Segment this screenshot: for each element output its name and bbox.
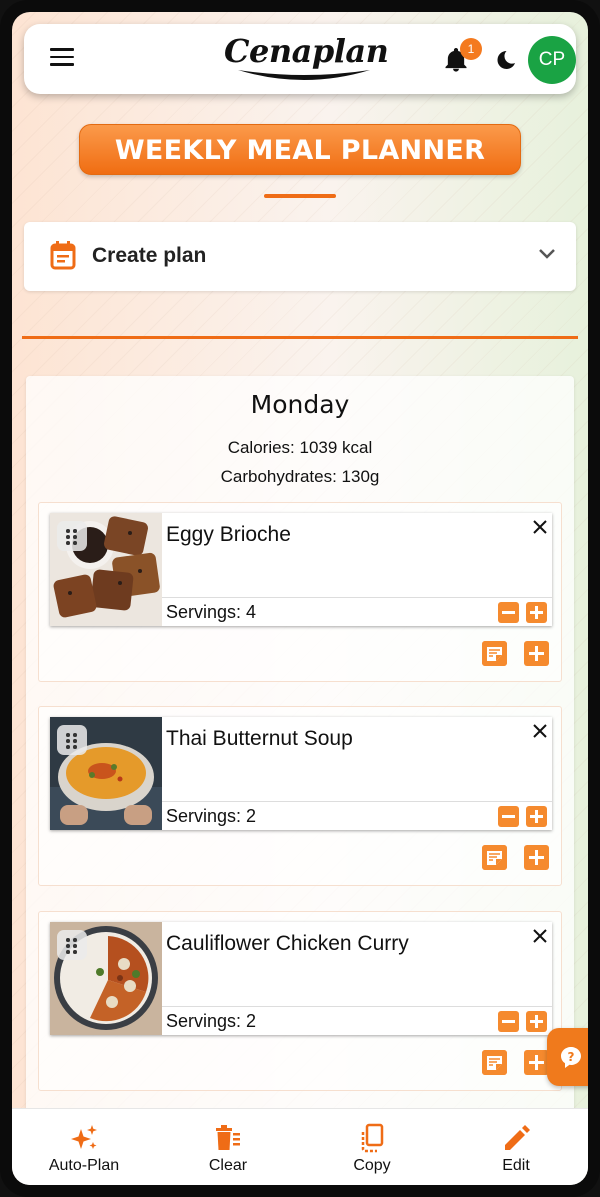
nav-auto-plan-label: Auto-Plan <box>48 1157 120 1174</box>
add-meal-button[interactable] <box>524 1050 549 1075</box>
nav-clear-label: Clear <box>208 1157 248 1174</box>
drag-handle-icon[interactable] <box>57 521 87 551</box>
nav-auto-plan[interactable]: Auto-Plan <box>12 1109 156 1185</box>
nav-copy[interactable]: Copy <box>300 1109 444 1185</box>
thai-butternut-soup-photo <box>50 717 162 830</box>
logo-swoosh <box>238 70 370 80</box>
nav-edit-label: Edit <box>502 1157 530 1174</box>
meal-title[interactable]: Thai Butternut Soup <box>166 727 353 751</box>
meal-card[interactable]: Thai Butternut Soup Servings: 2 <box>50 717 552 830</box>
create-plan-accordion[interactable]: Create plan <box>24 222 576 291</box>
create-plan-label: Create plan <box>92 244 207 267</box>
bottom-navigation: Auto-Plan Clear Copy Edit <box>12 1108 588 1185</box>
pencil-icon <box>505 1125 530 1150</box>
chevron-down-icon <box>539 249 555 259</box>
close-icon[interactable] <box>530 517 550 537</box>
calendar-icon <box>50 241 76 270</box>
app-screen: Cenaplan 1 CP WEEKLY MEAL PLANNER Create… <box>12 12 588 1185</box>
meal-card[interactable]: Cauliflower Chicken Curry Servings: 2 <box>50 922 552 1035</box>
increase-servings-button[interactable] <box>526 806 547 827</box>
drag-handle-icon[interactable] <box>57 725 87 755</box>
device-frame: Cenaplan 1 CP WEEKLY MEAL PLANNER Create… <box>0 0 600 1197</box>
sparkles-icon <box>71 1125 97 1149</box>
servings-label: Servings: 2 <box>166 1011 257 1031</box>
day-name: Monday <box>250 390 350 419</box>
copy-icon <box>361 1123 384 1153</box>
decrease-servings-button[interactable] <box>498 602 519 623</box>
day-card-monday: Monday Calories: 1039 kcal Carbohydrates… <box>26 376 574 1116</box>
help-button[interactable]: ? <box>547 1028 588 1086</box>
nav-copy-label: Copy <box>353 1157 391 1174</box>
eggy-brioche-photo <box>50 513 162 626</box>
meal-slot: Thai Butternut Soup Servings: 2 <box>38 706 562 886</box>
section-divider <box>22 336 578 339</box>
moon-icon[interactable] <box>494 48 518 72</box>
meal-slot: Cauliflower Chicken Curry Servings: 2 <box>38 911 562 1091</box>
day-carbohydrates: Carbohydrates: 130g <box>220 467 380 486</box>
top-app-bar: Cenaplan 1 CP <box>24 24 576 94</box>
meal-title[interactable]: Cauliflower Chicken Curry <box>166 932 409 956</box>
add-meal-button[interactable] <box>524 845 549 870</box>
svg-text:?: ? <box>568 1050 575 1064</box>
note-icon[interactable] <box>482 845 507 870</box>
logo-text: Cenaplan <box>224 32 389 70</box>
meal-slot: Eggy Brioche Servings: 4 <box>38 502 562 682</box>
nav-edit[interactable]: Edit <box>444 1109 588 1185</box>
nav-clear[interactable]: Clear <box>156 1109 300 1185</box>
drag-handle-icon[interactable] <box>57 930 87 960</box>
decrease-servings-button[interactable] <box>498 1011 519 1032</box>
increase-servings-button[interactable] <box>526 602 547 623</box>
note-icon[interactable] <box>482 1050 507 1075</box>
app-logo[interactable]: Cenaplan <box>224 32 389 88</box>
increase-servings-button[interactable] <box>526 1011 547 1032</box>
trash-icon <box>216 1125 240 1150</box>
servings-row: Servings: 2 <box>162 801 552 830</box>
day-calories: Calories: 1039 kcal <box>227 438 373 457</box>
decrease-servings-button[interactable] <box>498 806 519 827</box>
servings-row: Servings: 2 <box>162 1006 552 1035</box>
servings-label: Servings: 2 <box>166 806 257 826</box>
meal-title[interactable]: Eggy Brioche <box>166 523 291 547</box>
add-meal-button[interactable] <box>524 641 549 666</box>
page-title: WEEKLY MEAL PLANNER <box>79 124 521 175</box>
cauliflower-chicken-curry-photo <box>50 922 162 1035</box>
servings-row: Servings: 4 <box>162 597 552 626</box>
notification-badge: 1 <box>460 38 482 60</box>
note-icon[interactable] <box>482 641 507 666</box>
hamburger-menu-icon[interactable] <box>50 48 74 70</box>
title-underline <box>264 194 336 198</box>
avatar[interactable]: CP <box>528 36 576 84</box>
help-icon: ? <box>561 1047 581 1068</box>
servings-label: Servings: 4 <box>166 602 257 622</box>
meal-card[interactable]: Eggy Brioche Servings: 4 <box>50 513 552 626</box>
close-icon[interactable] <box>530 926 550 946</box>
close-icon[interactable] <box>530 721 550 741</box>
